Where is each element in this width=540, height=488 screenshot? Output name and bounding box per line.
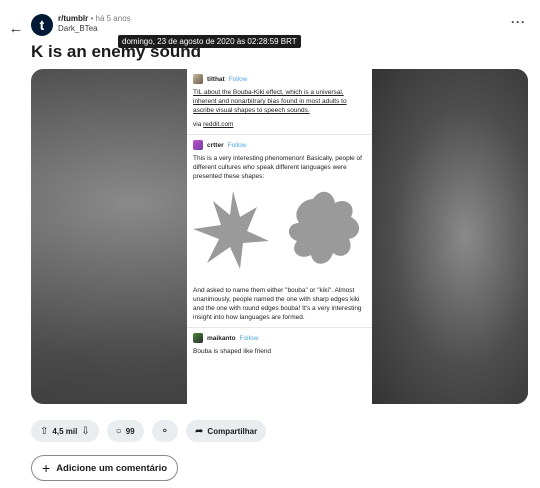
ellipsis-icon: ··· [511, 15, 526, 29]
comment-count: 99 [125, 426, 135, 436]
crtter-avatar [193, 140, 203, 150]
meta-separator: • [90, 14, 94, 23]
share-arrow-icon: ➦ [195, 425, 204, 437]
author-link[interactable]: Dark_BTea [58, 24, 131, 34]
comment-bubble-icon: ○ [115, 425, 122, 437]
award-button[interactable]: ⚬ [151, 420, 179, 442]
tumblr-screenshot: tilthat Follow TIL about the Bouba-Kiki … [187, 69, 372, 404]
kiki-shape [193, 191, 269, 269]
username: crtter [207, 141, 224, 149]
bouba-shape [288, 191, 360, 264]
via-line: via reddit.com [193, 121, 234, 128]
follow-link: Follow [227, 141, 247, 149]
blurred-background [372, 69, 528, 404]
maikanto-avatar [193, 333, 203, 343]
subreddit-link[interactable]: r/tumblr [58, 14, 88, 23]
award-icon: ⚬ [160, 425, 170, 437]
post-actions: ⇧ 4,5 mil ⇩ ○ 99 ⚬ ➦ Compartilhar [31, 420, 267, 442]
subreddit-avatar[interactable]: t [31, 14, 53, 36]
tilthat-avatar [193, 74, 203, 84]
post-body-outro: And asked to name them either "bouba" or… [193, 287, 362, 321]
tumblr-post-crtter: crtter Follow This is a very interesting… [187, 134, 372, 327]
arrow-left-icon: ← [8, 19, 24, 37]
post-body: TIL about the Bouba-Kiki effect, which i… [193, 89, 347, 114]
share-label: Compartilhar [207, 426, 258, 436]
timestamp-tooltip: domingo, 23 de agosto de 2020 às 02:28:5… [118, 35, 301, 48]
share-button[interactable]: ➦ Compartilhar [186, 420, 267, 442]
post-body: Bouba is shaped like friend [193, 348, 272, 355]
tumblr-post-tilthat: tilthat Follow TIL about the Bouba-Kiki … [187, 69, 372, 134]
back-button[interactable]: ← [6, 18, 26, 38]
tumblr-post-maikanto: maikanto Follow Bouba is shaped like fri… [187, 327, 372, 361]
username: maikanto [207, 334, 236, 342]
username: tilthat [207, 75, 225, 83]
downvote-icon[interactable]: ⇩ [81, 426, 89, 437]
post-body-intro: This is a very interesting phenomenon! B… [193, 155, 362, 180]
plus-icon: + [42, 460, 51, 476]
vote-count: 4,5 mil [52, 426, 78, 436]
post-meta: r/tumblr • há 5 anos Dark_BTea [58, 14, 131, 34]
via-link: reddit.com [203, 121, 234, 128]
comments-button[interactable]: ○ 99 [106, 420, 144, 442]
post-age[interactable]: há 5 anos [96, 14, 131, 23]
follow-link: Follow [228, 75, 248, 83]
upvote-icon[interactable]: ⇧ [40, 426, 48, 437]
bouba-kiki-shapes [193, 191, 360, 269]
more-options-button[interactable]: ··· [511, 15, 526, 29]
add-comment-label: Adicione um comentário [56, 462, 168, 474]
post-image[interactable]: tilthat Follow TIL about the Bouba-Kiki … [31, 69, 528, 404]
add-comment-button[interactable]: + Adicione um comentário [31, 455, 179, 481]
follow-link: Follow [239, 334, 259, 342]
vote-pill: ⇧ 4,5 mil ⇩ [31, 420, 99, 442]
